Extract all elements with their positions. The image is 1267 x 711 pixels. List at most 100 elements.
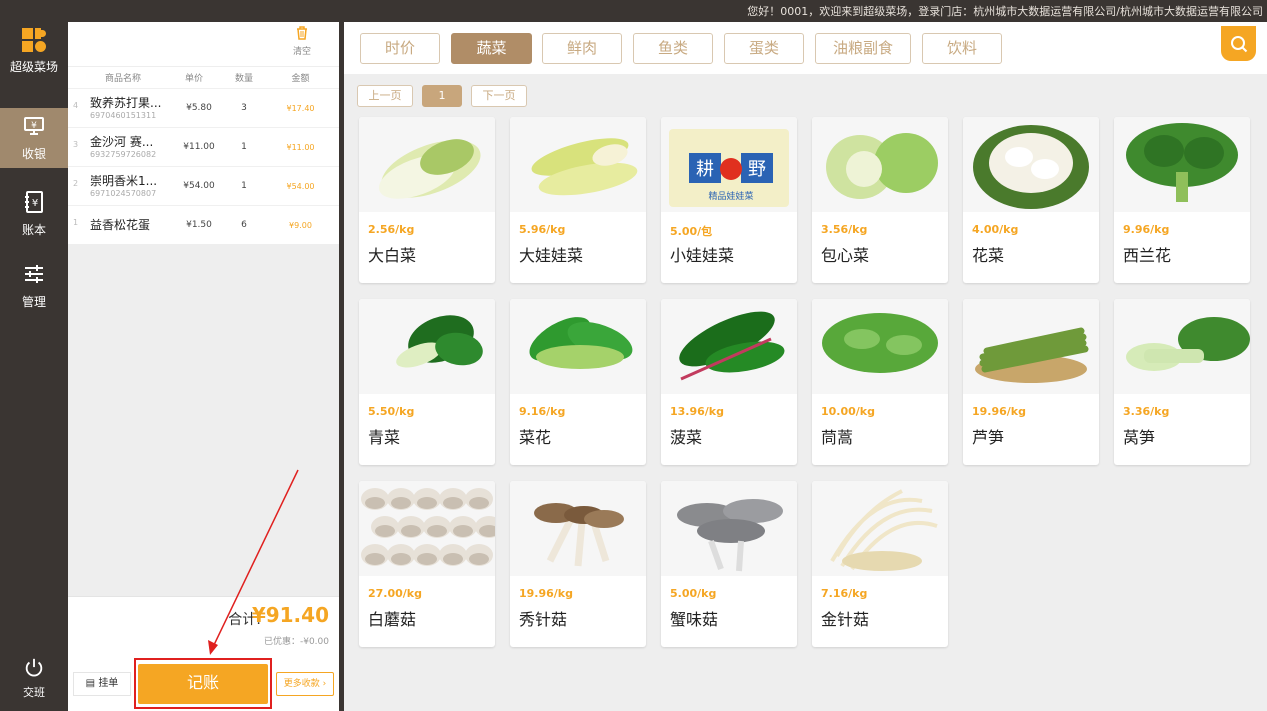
product-name: 蟹味菇 bbox=[670, 610, 719, 629]
nav-manage-label: 管理 bbox=[21, 295, 46, 309]
product-card[interactable]: 3.36/kg 莴笋 bbox=[1114, 299, 1250, 465]
item-price: ¥54.00 bbox=[183, 181, 215, 191]
settings-sliders-icon bbox=[0, 262, 68, 291]
svg-text:¥: ¥ bbox=[31, 121, 37, 131]
product-card[interactable]: 5.00/kg 蟹味菇 bbox=[661, 481, 797, 647]
product-price: 5.96/kg bbox=[519, 223, 566, 236]
more-payment-button[interactable]: 更多收款 › bbox=[276, 672, 334, 696]
product-card[interactable]: 10.00/kg 茼蒿 bbox=[812, 299, 948, 465]
next-page-button[interactable]: 下一页 bbox=[471, 85, 527, 107]
cart-row[interactable]: 3 金沙河 赛... 6932759726082 ¥11.00 1 ¥11.00 bbox=[68, 127, 339, 166]
product-card[interactable]: 3.56/kg 包心菜 bbox=[812, 117, 948, 283]
discount-text: 已优惠：-¥0.00 bbox=[263, 637, 329, 647]
tab-label: 饮料 bbox=[946, 39, 977, 57]
product-name: 茼蒿 bbox=[821, 428, 854, 447]
item-name: 益香松花蛋 bbox=[90, 218, 151, 232]
tab-market-price[interactable]: 时价 bbox=[360, 33, 440, 64]
nav-ledger[interactable]: ¥ 账本 bbox=[0, 184, 68, 244]
cart-toolbar: 清空 bbox=[68, 22, 339, 66]
search-button[interactable] bbox=[1221, 26, 1256, 61]
page-number-label: 1 bbox=[438, 89, 446, 102]
clear-cart-button[interactable]: 清空 bbox=[291, 26, 313, 57]
cart-actions: ▤ 挂单 记账 更多收款 › bbox=[68, 654, 339, 711]
tab-drinks[interactable]: 饮料 bbox=[922, 33, 1002, 64]
cart-header: 商品名称 单价 数量 金额 bbox=[68, 66, 339, 88]
item-qty: 1 bbox=[241, 181, 247, 191]
tab-label: 油粮副食 bbox=[832, 39, 893, 57]
product-card[interactable]: 9.16/kg 菜花 bbox=[510, 299, 646, 465]
tab-fresh-meat[interactable]: 鲜肉 bbox=[542, 33, 622, 64]
tab-eggs[interactable]: 蛋类 bbox=[724, 33, 804, 64]
product-card[interactable]: 5.50/kg 青菜 bbox=[359, 299, 495, 465]
nav-ledger-label: 账本 bbox=[21, 223, 46, 237]
product-price: 3.56/kg bbox=[821, 223, 868, 236]
tab-label: 蛋类 bbox=[748, 39, 779, 57]
product-card[interactable]: 5.96/kg 大娃娃菜 bbox=[510, 117, 646, 283]
product-image bbox=[510, 299, 646, 394]
item-qty: 3 bbox=[241, 103, 247, 113]
product-name: 菜花 bbox=[519, 428, 552, 447]
cart-row[interactable]: 4 致养苏打果... 6970460151311 ¥5.80 3 ¥17.40 bbox=[68, 88, 339, 127]
product-price: 10.00/kg bbox=[821, 405, 876, 418]
item-price: ¥11.00 bbox=[183, 142, 215, 152]
product-image bbox=[359, 481, 495, 576]
tab-fish[interactable]: 鱼类 bbox=[633, 33, 713, 64]
item-name-cell: 益香松花蛋 bbox=[68, 217, 178, 233]
product-image bbox=[1114, 117, 1250, 212]
nav-shift-change[interactable]: 交班 bbox=[0, 651, 68, 711]
tab-label: 时价 bbox=[384, 39, 415, 57]
chevron-right-icon: › bbox=[319, 679, 327, 689]
ledger-icon: ¥ bbox=[0, 190, 68, 219]
nav-manage[interactable]: 管理 bbox=[0, 256, 68, 316]
product-card[interactable]: 7.16/kg 金针菇 bbox=[812, 481, 948, 647]
tab-grain-oil[interactable]: 油粮副食 bbox=[815, 33, 911, 64]
item-qty: 1 bbox=[241, 142, 247, 152]
product-image bbox=[1114, 299, 1250, 394]
item-name-cell: 致养苏打果... 6970460151311 bbox=[68, 95, 178, 121]
item-barcode: 6971024570807 bbox=[90, 189, 157, 198]
product-name: 金针菇 bbox=[821, 610, 870, 629]
header-name: 商品名称 bbox=[104, 74, 141, 84]
product-price: 19.96/kg bbox=[519, 587, 574, 600]
product-area: 时价 蔬菜 鲜肉 鱼类 蛋类 油粮副食 饮料 上一页 1 下一页 2.56/kg… bbox=[344, 22, 1267, 711]
tab-vegetables[interactable]: 蔬菜 bbox=[451, 33, 532, 64]
product-name: 秀针菇 bbox=[519, 610, 568, 629]
row-index: 1 bbox=[73, 218, 79, 227]
product-image bbox=[359, 299, 495, 394]
product-card[interactable]: 19.96/kg 秀针菇 bbox=[510, 481, 646, 647]
page-number[interactable]: 1 bbox=[422, 85, 462, 107]
nav-cashier[interactable]: ¥ 收银 bbox=[0, 108, 68, 168]
cashier-icon: ¥ bbox=[0, 114, 68, 143]
product-card[interactable]: 13.96/kg 菠菜 bbox=[661, 299, 797, 465]
product-image bbox=[510, 117, 646, 212]
product-price: 9.16/kg bbox=[519, 405, 566, 418]
product-price: 9.96/kg bbox=[1123, 223, 1170, 236]
product-card[interactable]: 4.00/kg 花菜 bbox=[963, 117, 1099, 283]
prev-page-button[interactable]: 上一页 bbox=[357, 85, 413, 107]
product-card[interactable]: 19.96/kg 芦笋 bbox=[963, 299, 1099, 465]
power-icon bbox=[23, 657, 45, 682]
cart-list: 4 致养苏打果... 6970460151311 ¥5.80 3 ¥17.40 3 金沙河 赛… bbox=[68, 88, 339, 244]
row-index: 4 bbox=[73, 101, 79, 110]
welcome-bar: 您好！0001，欢迎来到超级菜场，登录门店：杭州城市大数据运营有限公司/杭州城市… bbox=[0, 0, 1267, 22]
svg-text:¥: ¥ bbox=[32, 198, 38, 209]
package-text: 耕 bbox=[696, 159, 714, 180]
cart-summary: 合计: ¥91.40 已优惠：-¥0.00 bbox=[68, 596, 339, 654]
highlight-box bbox=[134, 658, 272, 709]
product-card[interactable]: 9.96/kg 西兰花 bbox=[1114, 117, 1250, 283]
product-image bbox=[812, 299, 948, 394]
brand-name: 超级菜场 bbox=[9, 60, 58, 74]
product-card[interactable]: 耕 野精品娃娃菜 5.00/包 小娃娃菜 bbox=[661, 117, 797, 283]
product-image bbox=[812, 117, 948, 212]
package-text: 精品娃娃菜 bbox=[708, 190, 753, 202]
product-card[interactable]: 2.56/kg 大白菜 bbox=[359, 117, 495, 283]
cart-row[interactable]: 2 崇明香米1... 6971024570807 ¥54.00 1 ¥54.00 bbox=[68, 166, 339, 205]
hold-order-button[interactable]: ▤ 挂单 bbox=[73, 672, 131, 696]
product-name: 花菜 bbox=[972, 246, 1005, 265]
product-image bbox=[812, 481, 948, 576]
product-price: 19.96/kg bbox=[972, 405, 1027, 418]
item-price: ¥5.80 bbox=[186, 103, 212, 113]
header-amount: 金额 bbox=[291, 74, 310, 84]
cart-row[interactable]: 1 益香松花蛋 ¥1.50 6 ¥9.00 bbox=[68, 205, 339, 244]
product-card[interactable]: 27.00/kg 白蘑菇 bbox=[359, 481, 495, 647]
